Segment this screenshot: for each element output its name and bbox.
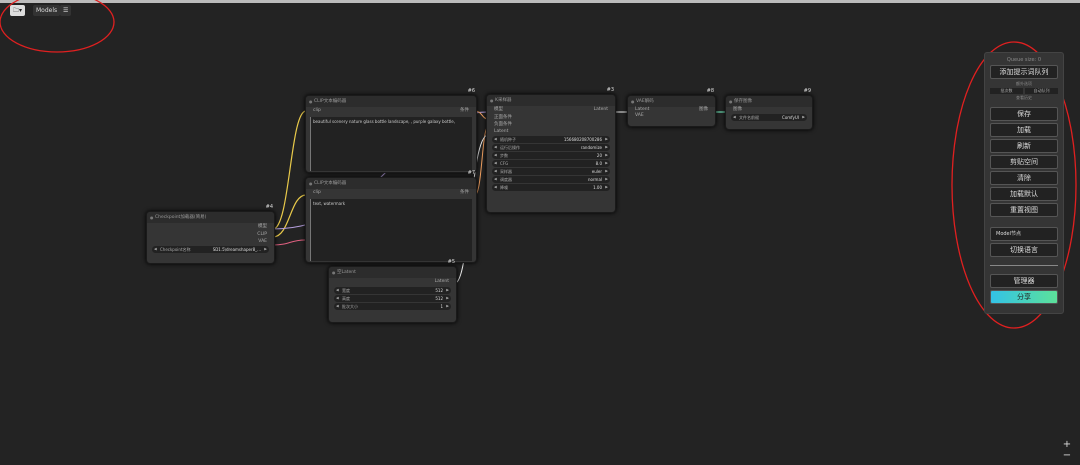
node-clip-text-negative[interactable]: #7 CLIP文本编码器 clip条件 text, watermark: [305, 170, 477, 263]
clear-button[interactable]: 清除: [990, 171, 1058, 185]
queue-prompt-button[interactable]: 添加提示词队列: [990, 65, 1058, 79]
output-model[interactable]: 模型: [258, 223, 267, 231]
divider: [990, 265, 1058, 266]
load-button[interactable]: 加载: [990, 123, 1058, 137]
output-vae[interactable]: VAE: [258, 238, 267, 245]
denoise-widget[interactable]: 降噪1.00: [492, 184, 610, 191]
scheduler-widget[interactable]: 调度器normal: [492, 176, 610, 183]
zoom-out-button[interactable]: −: [1060, 450, 1074, 461]
cfg-widget[interactable]: CFG8.0: [492, 160, 610, 167]
refresh-button[interactable]: 刷新: [990, 139, 1058, 153]
output-clip[interactable]: CLIP: [257, 231, 267, 238]
node-save-image[interactable]: #9 保存图像 图像 文件名前缀ComfyUI: [725, 88, 813, 130]
node-clip-text-positive[interactable]: #6 CLIP文本编码器 clip条件 beautiful scenery na…: [305, 88, 477, 173]
node-ksampler[interactable]: #3 K采样器 模型Latent 正面条件 负面条件 Latent 随机种子15…: [486, 87, 616, 213]
steps-widget[interactable]: 步数20: [492, 152, 610, 159]
manager-button[interactable]: 管理器: [990, 274, 1058, 288]
sampler-widget[interactable]: 采样器euler: [492, 168, 610, 175]
ckpt-name-widget[interactable]: Checkpoint名称SD1.5\dreamshaper8_...: [152, 246, 269, 253]
switch-language-button[interactable]: 切换语言: [990, 243, 1058, 257]
save-button[interactable]: 保存: [990, 107, 1058, 121]
seed-widget[interactable]: 随机种子156680208700286: [492, 136, 610, 143]
prompt-textarea[interactable]: beautiful scenery nature glass bottle la…: [310, 117, 472, 171]
extra-options-toggle[interactable]: 额外选项: [985, 81, 1063, 87]
node-checkpoint-loader[interactable]: #4 Checkpoint加载器(简易) 模型 CLIP VAE Checkpo…: [146, 204, 275, 264]
comfy-menu: Queue size: 0 添加提示词队列 额外选项 批次数 自动队列 查看历史 …: [984, 52, 1064, 314]
width-widget[interactable]: 宽度512: [334, 287, 451, 294]
share-button[interactable]: 分享: [990, 290, 1058, 304]
node-vae-decode[interactable]: #8 VAE解码 Latent图像 VAE: [627, 88, 716, 127]
link-clip-pos: [272, 110, 307, 230]
batch-count[interactable]: 批次数: [990, 88, 1023, 94]
model-node-toggle[interactable]: Model节点: [990, 227, 1058, 241]
batch-size-widget[interactable]: 批次大小1: [334, 303, 451, 310]
link-vae: [272, 239, 306, 246]
node-empty-latent[interactable]: #5 空Latent Latent 宽度512 高度512 批次大小1: [328, 259, 457, 323]
height-widget[interactable]: 高度512: [334, 295, 451, 302]
filename-prefix-widget[interactable]: 文件名前缀ComfyUI: [731, 114, 807, 121]
clipspace-button[interactable]: 剪贴空间: [990, 155, 1058, 169]
view-history-button[interactable]: 查看历史: [985, 95, 1063, 101]
link-clip-neg: [272, 194, 307, 238]
reset-view-button[interactable]: 重置视图: [990, 203, 1058, 217]
zoom-in-button[interactable]: +: [1060, 439, 1074, 450]
node-title: Checkpoint加载器(简易): [147, 212, 274, 223]
annotation-circle-toolbar: [0, 0, 115, 53]
load-default-button[interactable]: 加载默认: [990, 187, 1058, 201]
zoom-controls: + −: [1060, 439, 1074, 461]
auto-queue[interactable]: 自动队列: [1025, 88, 1058, 94]
control-after-generate-widget[interactable]: 运行后操作randomize: [492, 144, 610, 151]
negative-prompt-textarea[interactable]: text, watermark: [310, 199, 472, 261]
queue-size: Queue size: 0: [1006, 57, 1042, 63]
